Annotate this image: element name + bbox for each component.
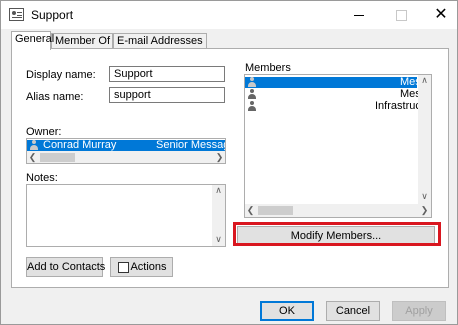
window-title: Support [31, 8, 74, 22]
tab-general[interactable]: General [11, 31, 54, 50]
notes-label: Notes: [26, 172, 58, 184]
close-button[interactable]: ✕ [431, 5, 451, 25]
notes-vertical-scrollbar[interactable]: ∧ ∨ [212, 185, 225, 246]
person-icon [29, 140, 39, 150]
owner-list[interactable]: Conrad Murray Senior Messaging ❮ ❯ [26, 138, 226, 164]
ok-button[interactable]: OK [260, 301, 314, 321]
owner-horizontal-scrollbar[interactable]: ❮ ❯ [27, 151, 225, 163]
notes-textarea[interactable]: ∧ ∨ [26, 184, 226, 247]
cancel-button[interactable]: Cancel [326, 301, 380, 321]
alias-name-label: Alias name: [26, 91, 84, 103]
person-icon [247, 77, 257, 87]
arrow-down-icon[interactable]: ∨ [213, 234, 224, 245]
actions-button[interactable]: Actions [110, 257, 173, 277]
support-properties-dialog: Support ✕ General Member Of E-mail Addre… [0, 0, 458, 325]
minimize-button[interactable] [349, 5, 369, 25]
display-name-field[interactable]: Support [109, 66, 225, 82]
arrow-left-icon[interactable]: ❮ [27, 152, 38, 163]
arrow-down-icon[interactable]: ∨ [419, 191, 430, 202]
members-list[interactable]: Mes Mes Infrastructu ∧ ∨ ❮ ❯ [244, 74, 432, 218]
actions-checkbox[interactable] [118, 262, 129, 273]
owner-scroll-thumb[interactable] [40, 153, 75, 162]
arrow-right-icon[interactable]: ❯ [214, 152, 225, 163]
arrow-left-icon[interactable]: ❮ [245, 205, 256, 216]
contact-card-icon [9, 8, 24, 21]
tab-member-of[interactable]: Member Of [51, 33, 113, 49]
owner-title: Senior Messaging [156, 139, 225, 151]
member-row[interactable]: Mes [245, 89, 421, 100]
tab-email-addresses[interactable]: E-mail Addresses [113, 33, 207, 49]
add-to-contacts-button[interactable]: Add to Contacts [26, 257, 105, 277]
member-row[interactable]: Infrastructu [245, 101, 430, 112]
person-icon [247, 89, 257, 99]
title-bar: Support ✕ [1, 1, 457, 29]
general-tab-panel: Display name: Support Alias name: suppor… [11, 48, 449, 288]
owner-label: Owner: [26, 126, 62, 138]
members-label: Members [245, 62, 291, 74]
members-scroll-thumb[interactable] [258, 206, 293, 215]
owner-row[interactable]: Conrad Murray Senior Messaging [27, 140, 225, 151]
actions-label: Actions [130, 261, 167, 273]
maximize-button [391, 5, 411, 25]
highlight-box [233, 222, 441, 246]
alias-name-field[interactable]: support [109, 87, 225, 103]
members-horizontal-scrollbar[interactable]: ❮ ❯ [245, 204, 431, 217]
members-vertical-scrollbar[interactable]: ∧ ∨ [418, 75, 431, 204]
member-row[interactable]: Mes [245, 77, 421, 88]
display-name-label: Display name: [26, 69, 96, 81]
arrow-right-icon[interactable]: ❯ [419, 205, 430, 216]
owner-name: Conrad Murray [43, 139, 117, 151]
arrow-up-icon[interactable]: ∧ [213, 185, 224, 196]
person-icon [247, 101, 257, 111]
apply-button[interactable]: Apply [392, 301, 446, 321]
arrow-up-icon[interactable]: ∧ [419, 75, 430, 86]
